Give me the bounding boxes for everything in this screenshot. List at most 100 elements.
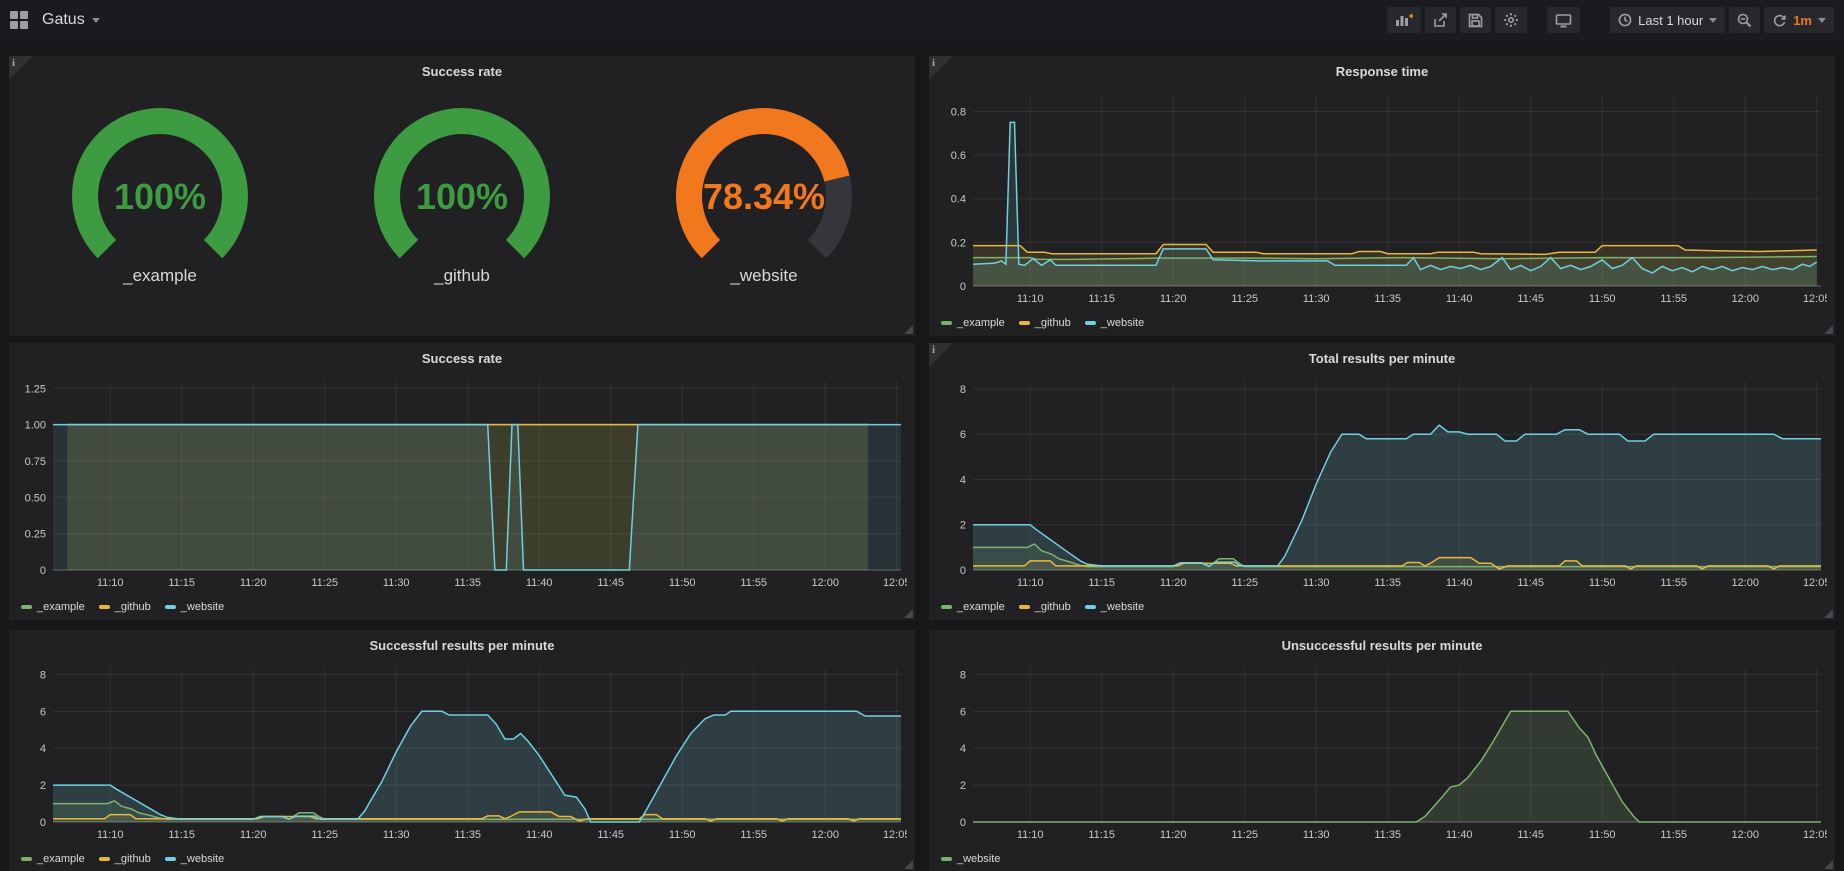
x-tick-label: 12:00 [1731,293,1759,305]
x-tick-label: 11:30 [1303,829,1330,841]
x-tick-label: 11:35 [454,577,481,589]
panel-title[interactable]: Unsuccessful results per minute [1282,638,1483,653]
time-range-picker[interactable]: Last 1 hour [1610,7,1725,33]
panel-title[interactable]: Success rate [422,64,502,79]
dashboard-title-menu[interactable]: Gatus [42,11,100,29]
legend-swatch [941,321,952,325]
legend-item-_website[interactable]: _website [165,853,224,865]
legend-item-_github[interactable]: _github [99,601,151,613]
x-tick-label: 11:35 [1374,829,1401,841]
dashboard-title: Gatus [42,11,85,29]
y-tick-label: 4 [960,474,966,486]
legend-item-_website[interactable]: _website [1085,601,1144,613]
chart-unsuccessful-results[interactable]: 0246811:1011:1511:2011:2511:3011:3511:40… [929,660,1835,869]
legend-item-_github[interactable]: _github [1019,317,1071,329]
x-tick-label: 11:25 [311,577,338,589]
time-range-label: Last 1 hour [1638,13,1703,28]
x-tick-label: 11:25 [1231,577,1258,589]
legend-item-_example[interactable]: _example [941,317,1005,329]
chart-legend: _example _github _website [937,597,1827,617]
chart-plot[interactable]: 00.20.40.60.811:1011:1511:2011:2511:3011… [937,88,1827,308]
chart-success-rate[interactable]: 00.250.500.751.001.2511:1011:1511:2011:2… [9,373,915,617]
share-button[interactable] [1425,7,1456,33]
settings-button[interactable] [1495,7,1527,33]
x-tick-label: 11:10 [1017,577,1044,589]
y-tick-label: 0 [960,817,966,829]
x-tick-label: 11:45 [1517,293,1544,305]
legend-name: _website [1101,317,1144,329]
y-tick-label: 2 [960,520,966,532]
chart-legend: _example _github _website [937,313,1827,333]
x-tick-label: 11:20 [1160,293,1187,305]
panel-resize-handle[interactable] [1824,325,1833,334]
add-panel-button[interactable] [1387,7,1421,33]
tv-mode-button[interactable] [1547,7,1580,33]
add-panel-icon [1395,12,1413,28]
chart-plot[interactable]: 0246811:1011:1511:2011:2511:3011:3511:40… [937,662,1827,844]
legend-item-_website[interactable]: _website [941,853,1000,865]
panel-title[interactable]: Successful results per minute [370,638,555,653]
x-tick-label: 12:00 [1731,829,1759,841]
x-tick-label: 12:00 [1731,577,1759,589]
x-tick-label: 11:55 [740,829,767,841]
chevron-down-icon [92,18,100,23]
panel-title[interactable]: Total results per minute [1309,351,1455,366]
gauge-_github: 100% _github [312,100,612,286]
y-tick-label: 0 [40,565,46,577]
legend-item-_website[interactable]: _website [1085,317,1144,329]
gauge-label: _github [434,266,490,286]
panel-resize-handle[interactable] [904,609,913,618]
chevron-down-icon [1818,18,1826,23]
clock-icon [1618,13,1632,27]
legend-item-_example[interactable]: _example [21,601,85,613]
panel-resize-handle[interactable] [1824,860,1833,869]
panel-resize-handle[interactable] [1824,609,1833,618]
panel-resize-handle[interactable] [904,325,913,334]
x-tick-label: 12:05 [1803,829,1827,841]
y-tick-label: 4 [40,743,46,755]
y-tick-label: 0.4 [951,194,966,206]
chart-plot[interactable]: 0246811:1011:1511:2011:2511:3011:3511:40… [937,375,1827,592]
x-tick-label: 11:40 [1446,293,1473,305]
save-button[interactable] [1460,7,1491,33]
chart-legend: _example _github _website [17,849,907,869]
chart-successful-results[interactable]: 0246811:1011:1511:2011:2511:3011:3511:40… [9,660,915,869]
gauge-arc: 100% [50,100,270,262]
legend-name: _github [1035,317,1071,329]
panel-title[interactable]: Response time [1336,64,1428,79]
chevron-down-icon [1709,18,1717,23]
x-tick-label: 12:00 [811,577,839,589]
zoom-out-button[interactable] [1729,7,1760,33]
chart-response-time[interactable]: 00.20.40.60.811:1011:1511:2011:2511:3011… [929,86,1835,333]
legend-item-_github[interactable]: _github [99,853,151,865]
x-tick-label: 11:15 [168,829,195,841]
gauge-arc: 100% [352,100,572,262]
legend-item-_example[interactable]: _example [21,853,85,865]
legend-item-_github[interactable]: _github [1019,601,1071,613]
x-tick-label: 11:45 [597,577,624,589]
gear-icon [1503,12,1519,28]
gauge-label: _website [730,266,797,286]
legend-name: _example [957,601,1005,613]
x-tick-label: 12:05 [883,577,907,589]
chart-total-results[interactable]: 0246811:1011:1511:2011:2511:3011:3511:40… [929,373,1835,617]
apps-grid-icon[interactable] [10,11,28,29]
legend-name: _website [957,853,1000,865]
legend-name: _github [115,853,151,865]
gauge-value: 100% [416,176,508,217]
gauge-value: 78.34% [703,176,825,217]
refresh-picker[interactable]: 1m [1764,7,1834,33]
y-tick-label: 1.00 [25,420,46,432]
y-tick-label: 8 [960,669,966,681]
chart-plot[interactable]: 0246811:1011:1511:2011:2511:3011:3511:40… [17,662,907,844]
chart-legend: _website [937,849,1827,869]
x-tick-label: 11:10 [1017,293,1044,305]
panel-resize-handle[interactable] [904,860,913,869]
legend-item-_example[interactable]: _example [941,601,1005,613]
x-tick-label: 11:30 [1303,293,1330,305]
legend-swatch [1019,605,1030,609]
legend-item-_website[interactable]: _website [165,601,224,613]
gauges-row: 100%_example100%_github78.34%_website [9,86,915,286]
chart-plot[interactable]: 00.250.500.751.001.2511:1011:1511:2011:2… [17,375,907,592]
panel-title[interactable]: Success rate [422,351,502,366]
